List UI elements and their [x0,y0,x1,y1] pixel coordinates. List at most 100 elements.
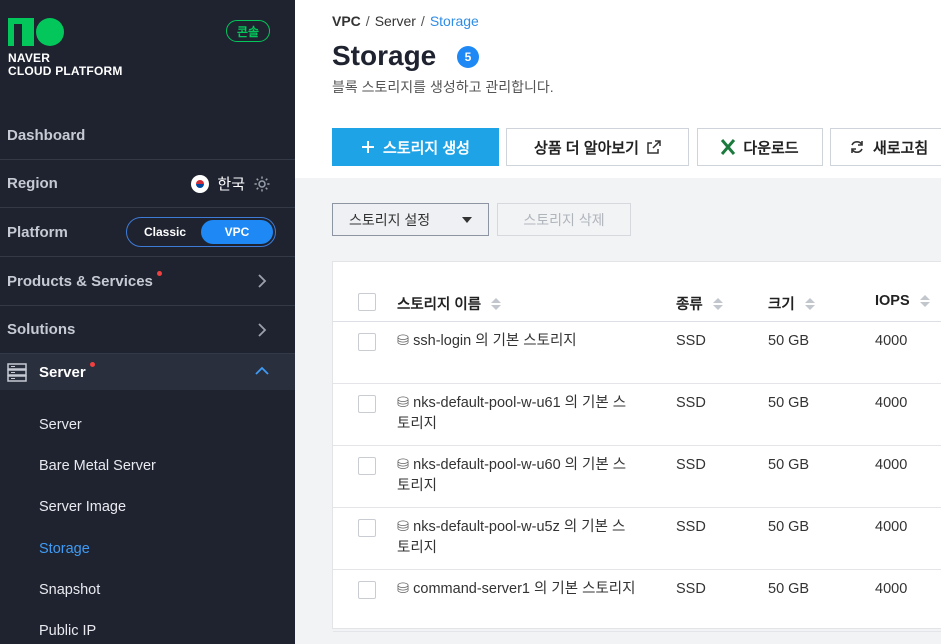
storage-name: ⛁ command-server1 의 기본 스토리지 [397,579,637,600]
table-row[interactable]: ⛁ nks-default-pool-w-u5z 의 기본 스토리지 SSD 50… [333,508,941,570]
platform-toggle[interactable]: Classic VPC [126,217,276,247]
breadcrumb-storage: Storage [429,13,479,29]
create-storage-button[interactable]: 스토리지 생성 [332,128,499,166]
table-header: 스토리지 이름 종류 크기 IOPS [333,262,941,322]
storage-name-text: ssh-login 의 기본 스토리지 [413,333,577,349]
storage-iops: 4000 [875,519,908,535]
chevron-up-icon [255,366,269,375]
caret-down-icon [462,217,472,223]
sort-icon[interactable] [491,297,502,310]
nav-dashboard[interactable]: Dashboard [0,111,295,160]
column-header-size[interactable]: 크기 [768,293,815,314]
storage-name: ⛁ ssh-login 의 기본 스토리지 [397,331,637,352]
refresh-label: 새로고침 [873,139,929,157]
column-type-label: 종류 [676,297,703,313]
table-row[interactable]: ⛁ nks-default-pool-w-u61 의 기본 스토리지 SSD 50… [333,384,941,446]
korea-flag-icon [191,174,210,193]
row-checkbox[interactable] [358,395,376,413]
sub-item-server-image[interactable]: Server Image [39,499,126,515]
sub-item-bare-metal-server[interactable]: Bare Metal Server [39,458,156,474]
breadcrumb-vpc[interactable]: VPC [332,13,361,29]
disk-icon: ⛁ [397,519,410,535]
row-checkbox[interactable] [358,333,376,351]
nav-products-services[interactable]: Products & Services [0,257,295,306]
page-subtitle: 블록 스토리지를 생성하고 관리합니다. [332,79,554,95]
storage-size: 50 GB [768,581,810,597]
sort-icon[interactable] [804,297,815,310]
storage-type: SSD [676,581,706,597]
server-icon [7,363,27,382]
column-name-label: 스토리지 이름 [397,297,482,313]
nav-solutions[interactable]: Solutions [0,306,295,354]
content-area: 스토리지 설정 스토리지 삭제 스토리지 이름 종류 크기 IOPS ⛁ ssh… [295,178,941,644]
excel-icon [721,139,736,155]
sub-item-storage[interactable]: Storage [39,541,90,557]
sub-item-server[interactable]: Server [39,417,82,433]
storage-name: ⛁ nks-default-pool-w-u61 의 기본 스토리지 [397,393,637,435]
refresh-icon [851,141,863,153]
naver-logo-icon [8,18,64,46]
storage-name-text: nks-default-pool-w-u5z 의 기본 스토리지 [397,519,626,556]
notification-dot [89,361,95,367]
disk-icon: ⛁ [397,581,410,597]
sort-icon[interactable] [919,295,930,307]
brand-line-2: CLOUD PLATFORM [8,64,123,78]
create-storage-label: 스토리지 생성 [383,139,470,157]
sub-item-snapshot[interactable]: Snapshot [39,582,100,598]
storage-iops: 4000 [875,333,908,349]
platform-label: Platform [7,223,68,241]
disk-icon: ⛁ [397,395,410,411]
storage-size: 50 GB [768,333,810,349]
storage-name-text: command-server1 의 기본 스토리지 [413,581,636,597]
storage-name: ⛁ nks-default-pool-w-u5z 의 기본 스토리지 [397,517,637,559]
disk-icon: ⛁ [397,457,410,473]
server-label: Server [39,363,86,381]
storage-type: SSD [676,333,706,349]
learn-more-label: 상품 더 알아보기 [534,139,639,157]
storage-size: 50 GB [768,457,810,473]
nav-server[interactable]: Server [0,354,295,390]
console-badge[interactable]: 콘솔 [226,20,270,42]
chevron-right-icon [258,323,267,337]
chevron-right-icon [258,274,267,288]
nav-region: Region 한국 [0,160,295,208]
platform-option-vpc[interactable]: VPC [201,220,273,244]
refresh-button[interactable]: 새로고침 [830,128,941,166]
delete-storage-button[interactable]: 스토리지 삭제 [497,203,631,236]
solutions-label: Solutions [7,321,76,338]
storage-settings-dropdown[interactable]: 스토리지 설정 [332,203,489,236]
download-button[interactable]: 다운로드 [697,128,823,166]
sub-item-public-ip[interactable]: Public IP [39,623,96,639]
table-row[interactable]: ⛁ ssh-login 의 기본 스토리지 SSD 50 GB 4000 [333,322,941,384]
notification-dot [156,270,162,276]
storage-table: 스토리지 이름 종류 크기 IOPS ⛁ ssh-login 의 기본 스토리지… [332,261,941,632]
main-content: VPC / Server / Storage Storage 5 블록 스토리지를 생성… [295,0,941,644]
page-title: Storage [332,40,437,71]
row-checkbox[interactable] [358,457,376,475]
column-header-iops[interactable]: IOPS [875,293,930,309]
storage-size: 50 GB [768,395,810,411]
storage-name-text: nks-default-pool-w-u60 의 기본 스토리지 [397,457,627,494]
learn-more-button[interactable]: 상품 더 알아보기 [506,128,689,166]
storage-settings-label: 스토리지 설정 [349,211,431,228]
column-header-type[interactable]: 종류 [676,293,723,314]
region-selector[interactable]: 한국 [191,173,271,194]
breadcrumb-server[interactable]: Server [375,13,416,29]
platform-option-classic[interactable]: Classic [129,220,201,244]
select-all-checkbox[interactable] [358,293,376,311]
nav-dashboard-label: Dashboard [7,126,86,144]
gear-icon[interactable] [253,175,271,193]
disk-icon: ⛁ [397,333,410,349]
column-header-name[interactable]: 스토리지 이름 [397,293,502,314]
table-row[interactable]: ⛁ command-server1 의 기본 스토리지 SSD 50 GB 400… [333,570,941,632]
storage-type: SSD [676,457,706,473]
storage-size: 50 GB [768,519,810,535]
table-row[interactable]: ⛁ nks-default-pool-w-u60 의 기본 스토리지 SSD 50… [333,446,941,508]
row-checkbox[interactable] [358,519,376,537]
sort-icon[interactable] [712,297,723,310]
row-checkbox[interactable] [358,581,376,599]
download-label: 다운로드 [743,139,799,157]
storage-name-text: nks-default-pool-w-u61 의 기본 스토리지 [397,395,627,432]
page-header: VPC / Server / Storage Storage 5 블록 스토리지를 생성… [295,0,941,178]
storage-iops: 4000 [875,581,908,597]
